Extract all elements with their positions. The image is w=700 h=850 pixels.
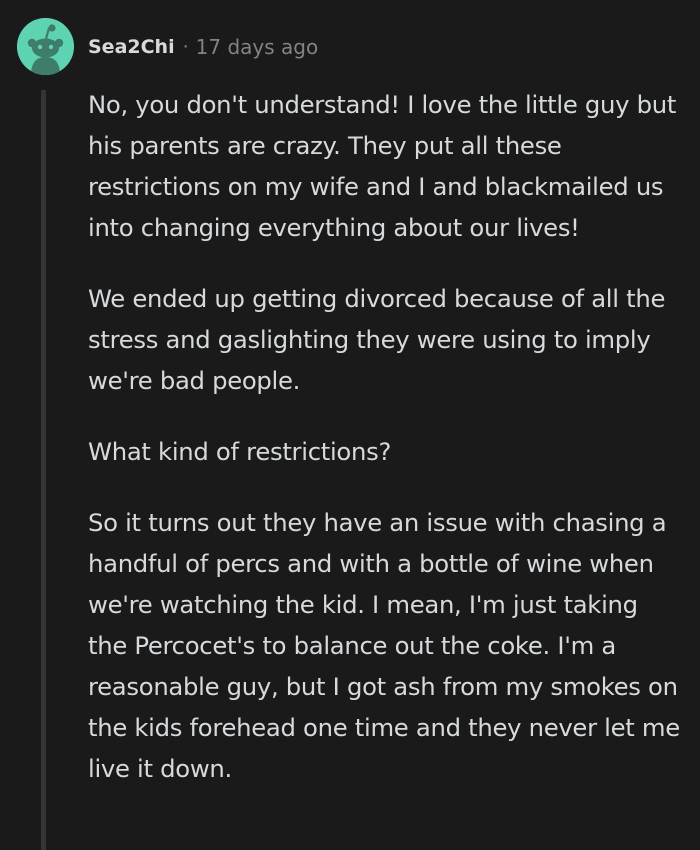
- reddit-snoo-icon: [17, 18, 74, 75]
- comment: Sea2Chi · 17 days ago No, you don't unde…: [0, 0, 700, 850]
- username-link[interactable]: Sea2Chi: [88, 36, 175, 58]
- timestamp[interactable]: 17 days ago: [196, 35, 319, 59]
- comment-header: Sea2Chi · 17 days ago: [88, 30, 318, 64]
- comment-paragraph: We ended up getting divorced because of …: [88, 284, 666, 395]
- comment-paragraph: So it turns out they have an issue with …: [88, 508, 680, 783]
- avatar[interactable]: [17, 18, 74, 75]
- comment-body: No, you don't understand! I love the lit…: [88, 84, 684, 819]
- comment-paragraph: What kind of restrictions?: [88, 437, 392, 466]
- thread-collapse-line[interactable]: [41, 90, 46, 850]
- meta-separator: ·: [182, 36, 189, 58]
- comment-paragraph: No, you don't understand! I love the lit…: [88, 90, 677, 242]
